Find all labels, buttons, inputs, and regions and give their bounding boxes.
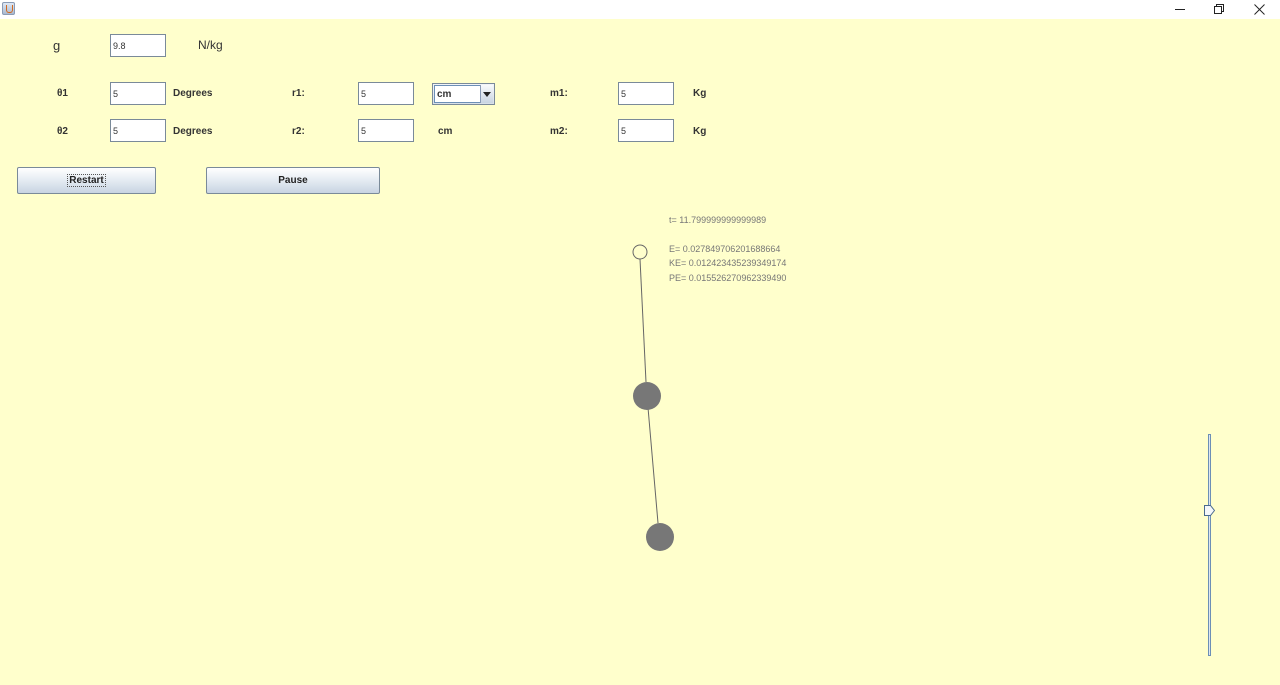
upper-rod: [639, 258, 647, 383]
close-button[interactable]: [1240, 0, 1278, 19]
pendulum-canvas: [632, 244, 674, 551]
lower-rod: [646, 395, 659, 524]
minimize-button[interactable]: [1161, 0, 1199, 19]
minimize-icon: [1175, 9, 1185, 10]
close-icon: [1254, 4, 1265, 15]
lower-bob: [646, 523, 674, 551]
upper-bob: [633, 382, 661, 410]
speed-slider-thumb[interactable]: [1204, 505, 1215, 516]
java-cup-icon: [2, 2, 15, 15]
restore-icon: [1214, 4, 1224, 14]
simulation-panel: g N/kg θ1 Degrees r1: cm m1: Kg θ2 Degre…: [0, 19, 1280, 685]
restore-button[interactable]: [1200, 0, 1238, 19]
speed-slider-track[interactable]: [1208, 434, 1211, 656]
pivot-point: [632, 244, 648, 260]
title-bar: [0, 0, 1280, 19]
